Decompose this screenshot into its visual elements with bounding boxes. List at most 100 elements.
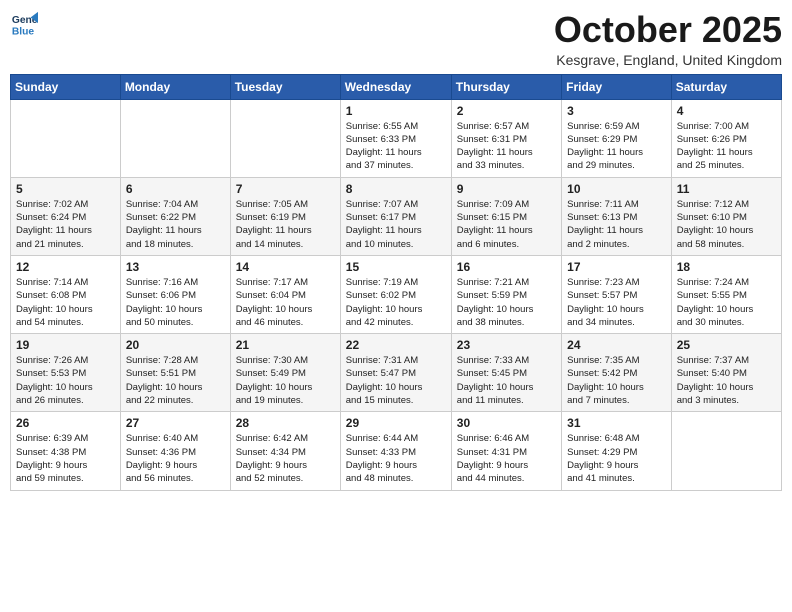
- day-info: Sunrise: 7:16 AM Sunset: 6:06 PM Dayligh…: [126, 276, 225, 329]
- calendar-cell: 17 Sunrise: 7:23 AM Sunset: 5:57 PM Dayli…: [562, 255, 672, 333]
- day-number: 7: [236, 182, 335, 196]
- calendar-cell: 1Sunrise: 6:55 AM Sunset: 6:33 PM Daylig…: [340, 99, 451, 177]
- calendar-cell: 22 Sunrise: 7:31 AM Sunset: 5:47 PM Dayli…: [340, 334, 451, 412]
- day-number: 21: [236, 338, 335, 352]
- day-info: Sunrise: 7:23 AM Sunset: 5:57 PM Dayligh…: [567, 276, 666, 329]
- day-info: Sunrise: 7:02 AM Sunset: 6:24 PM Dayligh…: [16, 198, 115, 251]
- day-number: 12: [16, 260, 115, 274]
- calendar-cell: 18 Sunrise: 7:24 AM Sunset: 5:55 PM Dayli…: [671, 255, 781, 333]
- day-number: 3: [567, 104, 666, 118]
- weekday-header-sunday: Sunday: [11, 74, 121, 99]
- day-number: 19: [16, 338, 115, 352]
- title-block: October 2025 Kesgrave, England, United K…: [554, 10, 782, 68]
- logo-icon: General Blue: [10, 10, 38, 38]
- calendar-week-2: 5 Sunrise: 7:02 AM Sunset: 6:24 PM Daylig…: [11, 177, 782, 255]
- day-info: Sunrise: 6:42 AM Sunset: 4:34 PM Dayligh…: [236, 432, 335, 485]
- calendar-cell: 27 Sunrise: 6:40 AM Sunset: 4:36 PM Dayli…: [120, 412, 230, 490]
- calendar-cell: 14Sunrise: 7:17 AM Sunset: 6:04 PM Dayli…: [230, 255, 340, 333]
- day-number: 25: [677, 338, 776, 352]
- day-number: 16: [457, 260, 556, 274]
- calendar-cell: 12 Sunrise: 7:14 AM Sunset: 6:08 PM Dayli…: [11, 255, 121, 333]
- weekday-header-saturday: Saturday: [671, 74, 781, 99]
- day-info: Sunrise: 7:31 AM Sunset: 5:47 PM Dayligh…: [346, 354, 446, 407]
- calendar-cell: 3 Sunrise: 6:59 AM Sunset: 6:29 PM Daylig…: [562, 99, 672, 177]
- day-info: Sunrise: 7:00 AM Sunset: 6:26 PM Dayligh…: [677, 120, 776, 173]
- logo: General Blue: [10, 10, 38, 38]
- day-number: 10: [567, 182, 666, 196]
- weekday-header-wednesday: Wednesday: [340, 74, 451, 99]
- day-info: Sunrise: 7:09 AM Sunset: 6:15 PM Dayligh…: [457, 198, 556, 251]
- calendar-cell: 6 Sunrise: 7:04 AM Sunset: 6:22 PM Daylig…: [120, 177, 230, 255]
- calendar-cell: 23 Sunrise: 7:33 AM Sunset: 5:45 PM Dayli…: [451, 334, 561, 412]
- calendar-cell: [11, 99, 121, 177]
- day-info: Sunrise: 6:48 AM Sunset: 4:29 PM Dayligh…: [567, 432, 666, 485]
- calendar-cell: [230, 99, 340, 177]
- day-info: Sunrise: 7:12 AM Sunset: 6:10 PM Dayligh…: [677, 198, 776, 251]
- day-info: Sunrise: 7:28 AM Sunset: 5:51 PM Dayligh…: [126, 354, 225, 407]
- day-number: 4: [677, 104, 776, 118]
- calendar-cell: 29 Sunrise: 6:44 AM Sunset: 4:33 PM Dayli…: [340, 412, 451, 490]
- day-number: 5: [16, 182, 115, 196]
- day-info: Sunrise: 6:39 AM Sunset: 4:38 PM Dayligh…: [16, 432, 115, 485]
- calendar-cell: 20 Sunrise: 7:28 AM Sunset: 5:51 PM Dayli…: [120, 334, 230, 412]
- calendar-week-4: 19 Sunrise: 7:26 AM Sunset: 5:53 PM Dayli…: [11, 334, 782, 412]
- day-info: Sunrise: 6:44 AM Sunset: 4:33 PM Dayligh…: [346, 432, 446, 485]
- day-number: 22: [346, 338, 446, 352]
- calendar-cell: 4 Sunrise: 7:00 AM Sunset: 6:26 PM Daylig…: [671, 99, 781, 177]
- weekday-header-row: SundayMondayTuesdayWednesdayThursdayFrid…: [11, 74, 782, 99]
- calendar-cell: 8Sunrise: 7:07 AM Sunset: 6:17 PM Daylig…: [340, 177, 451, 255]
- svg-text:Blue: Blue: [12, 26, 35, 37]
- day-number: 1: [346, 104, 446, 118]
- day-number: 20: [126, 338, 225, 352]
- day-info: Sunrise: 7:04 AM Sunset: 6:22 PM Dayligh…: [126, 198, 225, 251]
- day-number: 9: [457, 182, 556, 196]
- calendar-cell: 9 Sunrise: 7:09 AM Sunset: 6:15 PM Daylig…: [451, 177, 561, 255]
- day-number: 28: [236, 416, 335, 430]
- day-number: 6: [126, 182, 225, 196]
- day-info: Sunrise: 6:59 AM Sunset: 6:29 PM Dayligh…: [567, 120, 666, 173]
- day-number: 26: [16, 416, 115, 430]
- weekday-header-monday: Monday: [120, 74, 230, 99]
- calendar-cell: 26 Sunrise: 6:39 AM Sunset: 4:38 PM Dayli…: [11, 412, 121, 490]
- day-info: Sunrise: 7:37 AM Sunset: 5:40 PM Dayligh…: [677, 354, 776, 407]
- calendar-cell: 10Sunrise: 7:11 AM Sunset: 6:13 PM Dayli…: [562, 177, 672, 255]
- calendar-cell: 28 Sunrise: 6:42 AM Sunset: 4:34 PM Dayli…: [230, 412, 340, 490]
- calendar-cell: 11Sunrise: 7:12 AM Sunset: 6:10 PM Dayli…: [671, 177, 781, 255]
- calendar-cell: [120, 99, 230, 177]
- calendar-cell: 19 Sunrise: 7:26 AM Sunset: 5:53 PM Dayli…: [11, 334, 121, 412]
- day-number: 29: [346, 416, 446, 430]
- calendar-cell: 7 Sunrise: 7:05 AM Sunset: 6:19 PM Daylig…: [230, 177, 340, 255]
- day-info: Sunrise: 7:05 AM Sunset: 6:19 PM Dayligh…: [236, 198, 335, 251]
- location: Kesgrave, England, United Kingdom: [554, 52, 782, 68]
- day-info: Sunrise: 7:33 AM Sunset: 5:45 PM Dayligh…: [457, 354, 556, 407]
- day-number: 18: [677, 260, 776, 274]
- calendar-week-3: 12 Sunrise: 7:14 AM Sunset: 6:08 PM Dayli…: [11, 255, 782, 333]
- day-info: Sunrise: 6:40 AM Sunset: 4:36 PM Dayligh…: [126, 432, 225, 485]
- weekday-header-tuesday: Tuesday: [230, 74, 340, 99]
- calendar-cell: 5 Sunrise: 7:02 AM Sunset: 6:24 PM Daylig…: [11, 177, 121, 255]
- day-info: Sunrise: 7:17 AM Sunset: 6:04 PM Dayligh…: [236, 276, 335, 329]
- day-info: Sunrise: 7:07 AM Sunset: 6:17 PM Dayligh…: [346, 198, 446, 251]
- calendar-table: SundayMondayTuesdayWednesdayThursdayFrid…: [10, 74, 782, 491]
- day-number: 31: [567, 416, 666, 430]
- day-info: Sunrise: 7:21 AM Sunset: 5:59 PM Dayligh…: [457, 276, 556, 329]
- day-number: 30: [457, 416, 556, 430]
- day-number: 13: [126, 260, 225, 274]
- calendar-cell: 30Sunrise: 6:46 AM Sunset: 4:31 PM Dayli…: [451, 412, 561, 490]
- calendar-cell: 15Sunrise: 7:19 AM Sunset: 6:02 PM Dayli…: [340, 255, 451, 333]
- weekday-header-thursday: Thursday: [451, 74, 561, 99]
- day-info: Sunrise: 7:26 AM Sunset: 5:53 PM Dayligh…: [16, 354, 115, 407]
- calendar-cell: 2Sunrise: 6:57 AM Sunset: 6:31 PM Daylig…: [451, 99, 561, 177]
- day-info: Sunrise: 7:24 AM Sunset: 5:55 PM Dayligh…: [677, 276, 776, 329]
- day-number: 17: [567, 260, 666, 274]
- calendar-cell: [671, 412, 781, 490]
- day-info: Sunrise: 7:14 AM Sunset: 6:08 PM Dayligh…: [16, 276, 115, 329]
- calendar-cell: 31 Sunrise: 6:48 AM Sunset: 4:29 PM Dayli…: [562, 412, 672, 490]
- day-info: Sunrise: 7:35 AM Sunset: 5:42 PM Dayligh…: [567, 354, 666, 407]
- calendar-cell: 16 Sunrise: 7:21 AM Sunset: 5:59 PM Dayli…: [451, 255, 561, 333]
- day-number: 23: [457, 338, 556, 352]
- day-number: 27: [126, 416, 225, 430]
- calendar-week-1: 1Sunrise: 6:55 AM Sunset: 6:33 PM Daylig…: [11, 99, 782, 177]
- day-info: Sunrise: 7:19 AM Sunset: 6:02 PM Dayligh…: [346, 276, 446, 329]
- day-number: 24: [567, 338, 666, 352]
